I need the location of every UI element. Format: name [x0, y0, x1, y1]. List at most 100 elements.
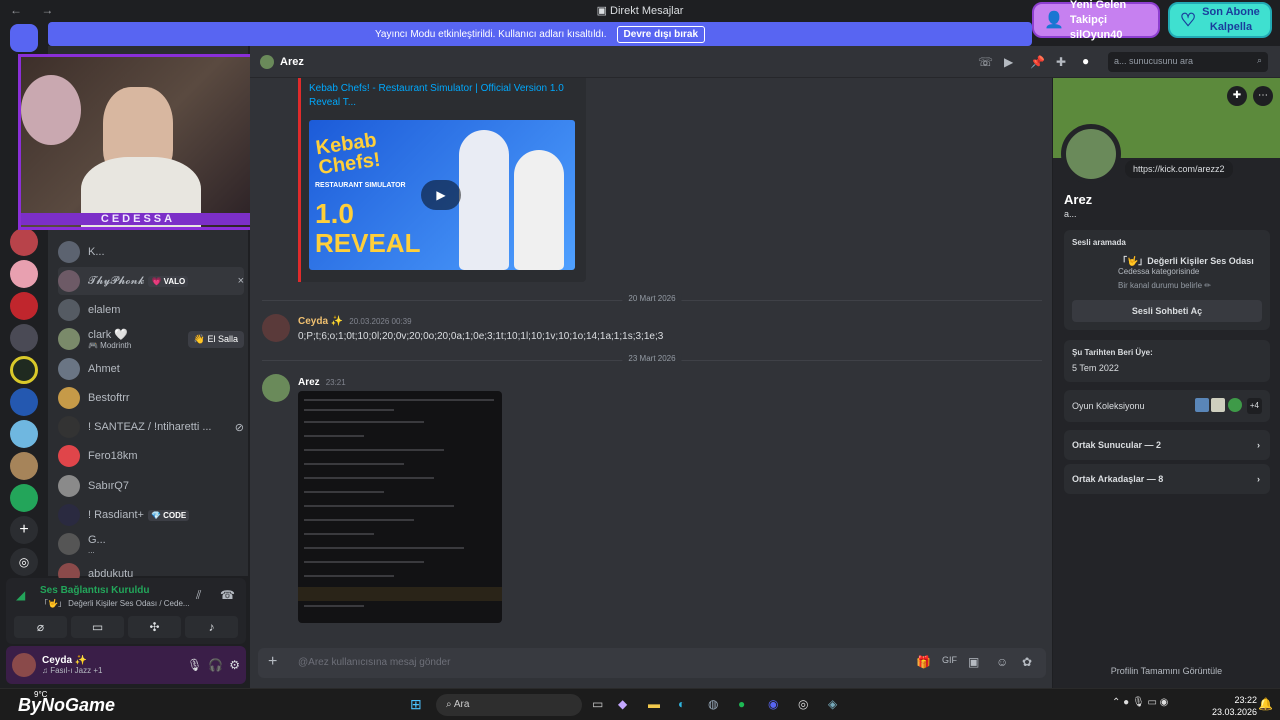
avatar — [58, 475, 80, 497]
voice-call-icon[interactable]: ☏ — [978, 55, 993, 69]
dm-item[interactable]: Bestoftrr — [58, 384, 244, 412]
add-user-icon: 👤 — [1044, 11, 1064, 29]
search-box[interactable]: ⌕ Ara — [436, 694, 582, 716]
dm-item[interactable]: elalem — [58, 296, 244, 324]
dm-item[interactable]: 𝓣𝓱𝔂𝓟𝓱𝓸𝓷𝓴 💗 VALO × — [58, 267, 244, 295]
avatar[interactable] — [262, 314, 290, 342]
thumb-subtitle: RESTAURANT SIMULATOR — [315, 182, 406, 189]
notification-icon[interactable]: 🔔 — [1258, 697, 1273, 711]
voice-card: Sesli aramada 「🤟」Değerli Kişiler Ses Oda… — [1064, 230, 1270, 330]
dm-item[interactable]: Fero18km — [58, 442, 244, 470]
disconnect-icon[interactable]: ☎ — [220, 588, 235, 602]
chef-figure — [514, 150, 564, 270]
add-server-icon[interactable]: + — [10, 516, 38, 544]
profile-avatar[interactable] — [1061, 124, 1121, 184]
screenshot-attachment[interactable] — [298, 391, 502, 623]
date-divider-text: 20 Mart 2026 — [622, 294, 682, 303]
screen-share-button[interactable]: ▭ — [71, 616, 124, 638]
mutual-servers[interactable]: Ortak Sunucular — 2 › — [1064, 430, 1270, 460]
pin-icon[interactable]: 📌 — [1030, 55, 1045, 69]
profile-name: Arez — [1064, 192, 1093, 207]
tray-icons[interactable]: ⌃ ● 🎙 ▭ ◉ — [1112, 697, 1168, 708]
server-icon[interactable] — [10, 324, 38, 352]
server-icon[interactable] — [10, 228, 38, 256]
dm-item[interactable]: clark 🤍 🎮 Modrinth 👋 El Salla — [58, 325, 244, 353]
headphone-icon[interactable]: 🎧 — [208, 658, 223, 672]
link-embed: Kebab Chefs! - Restaurant Simulator | Of… — [298, 78, 586, 282]
dm-name: clark 🤍 — [88, 329, 128, 341]
server-icon[interactable] — [10, 484, 38, 512]
gif-icon[interactable]: GIF — [942, 655, 957, 665]
server-icon[interactable] — [10, 452, 38, 480]
close-icon[interactable]: × — [238, 275, 244, 287]
embed-title[interactable]: Kebab Chefs! - Restaurant Simulator | Of… — [309, 82, 569, 110]
gift-icon[interactable]: 🎁 — [916, 655, 931, 669]
message-composer[interactable]: + @Arez kullanıcısına mesaj gönder 🎁 GIF… — [258, 648, 1046, 678]
server-icon[interactable] — [10, 260, 38, 288]
video-call-icon[interactable]: ▶ — [1004, 55, 1013, 69]
avatar — [58, 504, 80, 526]
edge-icon[interactable]: ◐ — [678, 697, 685, 711]
avatar[interactable] — [262, 374, 290, 402]
activities-button[interactable]: ✣ — [128, 616, 181, 638]
search-input[interactable]: a... sunucusunu ara ⌕ — [1108, 52, 1268, 72]
server-icon[interactable] — [10, 420, 38, 448]
add-friends-icon[interactable]: ✚ — [1056, 55, 1066, 69]
obs-icon[interactable]: ◎ — [798, 697, 808, 711]
dm-item[interactable]: SabırQ7 — [58, 472, 244, 500]
avatar[interactable] — [12, 653, 36, 677]
discord-icon[interactable]: ◉ — [768, 697, 778, 711]
dm-item[interactable]: ! SANTEAZ / !ntiharetti ... ⊘ — [58, 413, 244, 441]
message-author[interactable]: Ceyda ✨ 20.03.2026 00:39 — [298, 316, 412, 327]
game-collection-label: Oyun Koleksiyonu — [1072, 401, 1145, 411]
spotify-icon[interactable]: ● — [738, 697, 745, 711]
explorer-icon[interactable]: ▬ — [648, 697, 660, 711]
dm-item[interactable]: G...... — [58, 530, 244, 558]
steam-icon[interactable]: ◍ — [708, 697, 718, 711]
avatar — [58, 241, 80, 263]
member-date: 5 Tem 2022 — [1072, 363, 1119, 373]
message-input[interactable]: @Arez kullanıcısına mesaj gönder — [298, 657, 450, 668]
disable-streamer-mode-button[interactable]: Devre dışı bırak — [616, 25, 706, 43]
voice-channel[interactable]: 「🤟」 Değerli Kişiler Ses Odası / Cede... — [40, 598, 190, 609]
server-icon[interactable] — [10, 356, 38, 384]
add-friend-icon[interactable]: ✚ — [1227, 86, 1247, 106]
more-icon[interactable]: ⋯ — [1253, 86, 1273, 106]
wave-button[interactable]: 👋 El Salla — [187, 330, 244, 348]
open-voice-chat-button[interactable]: Sesli Sohbeti Aç — [1072, 300, 1262, 322]
gear-icon[interactable]: ⚙ — [229, 658, 240, 672]
copilot-icon[interactable]: ◆ — [618, 697, 627, 711]
dm-item[interactable]: ! Rasdiant+ 💎 CODE — [58, 501, 244, 529]
voice-hint[interactable]: Bir kanal durumu belirle ✏ — [1118, 281, 1211, 290]
microphone-icon[interactable]: 🎙 — [187, 658, 202, 672]
video-thumbnail[interactable]: Kebab Chefs! RESTAURANT SIMULATOR 1.0 REV… — [309, 120, 575, 270]
member-since-card: Şu Tarihten Beri Üye: 5 Tem 2022 — [1064, 340, 1270, 382]
explore-icon[interactable]: ◎ — [10, 548, 38, 576]
status-link[interactable]: https://kick.com/arezz2 — [1125, 160, 1233, 178]
emoji-icon[interactable]: ☺ — [996, 655, 1008, 669]
dm-item[interactable]: K... — [58, 238, 244, 266]
clock[interactable]: 23:22 23.03.2026 — [1212, 694, 1257, 718]
date-divider: 23 Mart 2026 — [262, 354, 1042, 363]
play-icon[interactable]: ▶ — [421, 180, 461, 210]
start-icon[interactable]: ⊞ — [410, 696, 422, 713]
blocked-icon[interactable]: ⊘ — [235, 421, 244, 434]
message-author[interactable]: Arez 23:21 — [298, 377, 346, 388]
game-collection[interactable]: Oyun Koleksiyonu +4 — [1064, 390, 1270, 422]
noise-icon[interactable]: ⫽ — [196, 588, 201, 603]
mutual-friends[interactable]: Ortak Arkadaşlar — 8 › — [1064, 464, 1270, 494]
sticker-icon[interactable]: ▣ — [968, 655, 979, 669]
soundboard-button[interactable]: ♪ — [185, 616, 238, 638]
user-profile-icon[interactable]: ● — [1082, 54, 1089, 68]
view-full-profile[interactable]: Profilin Tamamını Görüntüle — [1053, 666, 1280, 676]
server-icon[interactable] — [10, 292, 38, 320]
plus-icon[interactable]: + — [268, 653, 277, 671]
voice-channel-name[interactable]: 「🤟」Değerli Kişiler Ses Odası — [1118, 254, 1254, 267]
dm-item[interactable]: Ahmet — [58, 355, 244, 383]
server-icon[interactable] — [10, 388, 38, 416]
discord-home-icon[interactable] — [10, 24, 38, 52]
app-icon[interactable]: ◈ — [828, 697, 837, 711]
camera-off-button[interactable]: ⌀ — [14, 616, 67, 638]
taskview-icon[interactable]: ▭ — [592, 697, 603, 711]
apps-icon[interactable]: ✿ — [1022, 655, 1032, 669]
